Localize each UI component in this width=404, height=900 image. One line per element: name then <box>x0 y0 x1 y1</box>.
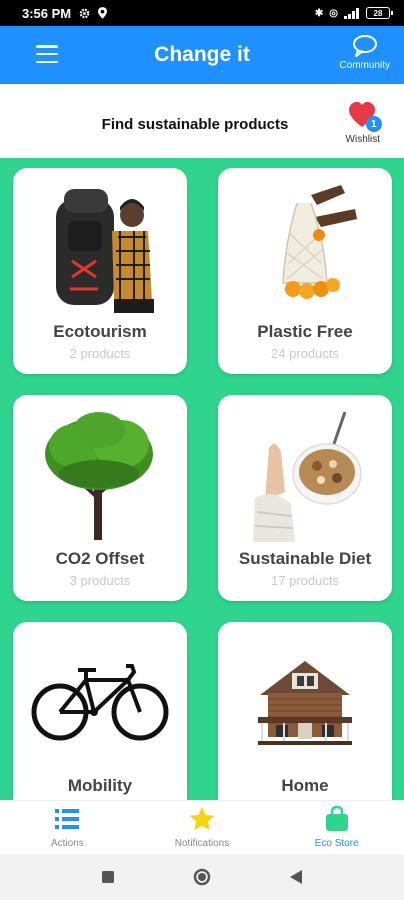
home-button[interactable] <box>191 866 213 888</box>
category-count: 17 products <box>271 573 339 588</box>
status-right: ✱ ◎ 28 <box>314 7 393 19</box>
category-grid: Ecotourism 2 products Plastic Free 24 pr… <box>0 158 404 800</box>
circle-icon <box>193 868 211 886</box>
wishlist-heart: 1 <box>348 102 382 132</box>
chat-bubble-icon <box>352 35 377 57</box>
battery-level: 28 <box>373 8 383 18</box>
star-icon <box>189 807 215 831</box>
category-card-co2-offset[interactable]: CO2 Offset 3 products <box>13 395 187 601</box>
recent-apps-button[interactable] <box>97 866 119 888</box>
page-title: Find sustainable products <box>101 116 289 133</box>
category-title: CO2 Offset <box>55 549 145 568</box>
bicycle-image <box>13 632 187 772</box>
battery-icon: 28 <box>366 7 393 19</box>
wooden-house-image <box>218 632 392 772</box>
square-icon <box>102 871 114 883</box>
subheader: Find sustainable products 1 Wishlist <box>0 84 404 158</box>
app-bar: Change it Community <box>0 26 404 84</box>
bluetooth-icon: ✱ <box>314 7 324 19</box>
category-count: 2 products <box>69 346 131 361</box>
signal-icon <box>344 7 359 19</box>
hamburger-menu-icon[interactable] <box>36 45 58 63</box>
category-count: 24 products <box>271 346 339 361</box>
nav-eco-store[interactable]: Eco Store <box>269 801 404 854</box>
alarm-icon: ◎ <box>329 7 338 19</box>
category-title: Home <box>281 776 329 795</box>
mesh-bag-image <box>218 178 392 318</box>
backpacker-image <box>13 178 187 318</box>
system-nav-bar <box>0 854 404 900</box>
status-left: 3:56 PM <box>22 5 108 21</box>
category-title: Ecotourism <box>53 322 147 341</box>
bottom-nav: Actions Notifications Eco Store <box>0 800 404 854</box>
nav-actions[interactable]: Actions <box>0 801 135 854</box>
wishlist-count-badge: 1 <box>365 116 382 132</box>
back-button[interactable] <box>285 866 307 888</box>
nav-eco-store-label: Eco Store <box>314 838 359 849</box>
community-label: Community <box>339 60 390 71</box>
category-card-home[interactable]: Home <box>218 622 392 800</box>
category-card-plastic-free[interactable]: Plastic Free 24 products <box>218 168 392 374</box>
granola-bowl-image <box>218 405 392 545</box>
nav-notifications-label: Notifications <box>174 838 230 849</box>
category-card-mobility[interactable]: Mobility <box>13 622 187 800</box>
tree-image <box>13 405 187 545</box>
settings-gear-icon <box>79 8 90 18</box>
status-bar: 3:56 PM ✱ ◎ 28 <box>0 0 404 26</box>
nav-notifications[interactable]: Notifications <box>135 801 270 854</box>
category-card-sustainable-diet[interactable]: Sustainable Diet 17 products <box>218 395 392 601</box>
status-time: 3:56 PM <box>22 5 72 21</box>
category-title: Mobility <box>67 776 133 795</box>
wishlist-label: Wishlist <box>345 134 380 145</box>
category-title: Plastic Free <box>257 322 353 341</box>
community-button[interactable]: Community <box>339 34 390 71</box>
shopping-bag-icon <box>325 806 348 831</box>
back-triangle-icon <box>290 870 302 884</box>
location-pin-icon <box>98 7 108 19</box>
list-icon <box>55 809 80 829</box>
app-title: Change it <box>154 43 250 66</box>
wishlist-button[interactable]: 1 Wishlist <box>345 102 382 145</box>
category-title: Sustainable Diet <box>238 549 372 568</box>
category-card-ecotourism[interactable]: Ecotourism 2 products <box>13 168 187 374</box>
category-count: 3 products <box>69 573 131 588</box>
nav-actions-label: Actions <box>50 838 84 849</box>
